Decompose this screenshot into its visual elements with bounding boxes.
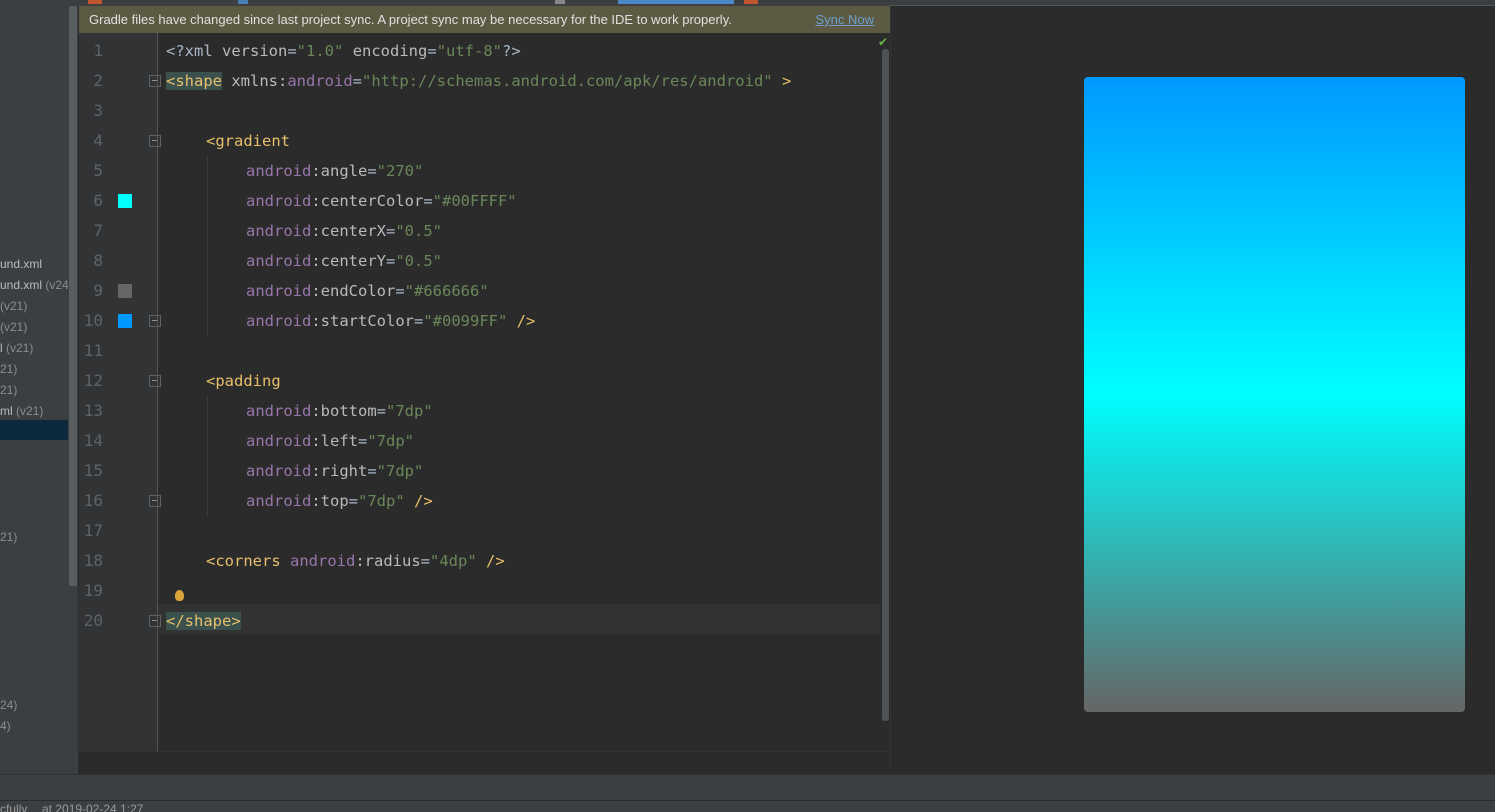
line-number: 17 [83,521,103,540]
code-editor[interactable]: 1 2 3 4 5 6 7 8 9 10 11 12 13 14 15 16 1… [79,33,890,774]
color-swatch-icon[interactable] [118,194,132,208]
gradient-preview [1084,77,1465,712]
editor-scrollbar[interactable] [880,49,890,721]
color-swatch-icon[interactable] [118,314,132,328]
fold-icon[interactable] [149,135,161,147]
status-bar: cfully at 2019-02-24 1:27 [0,800,1495,812]
code-line-1: <?xml version="1.0" encoding="utf-8"?> [166,42,521,60]
line-number: 10 [83,311,103,330]
project-tree: und.xml und.xml (v24) (v21) (v21) l (v21… [0,6,68,774]
line-number: 11 [83,341,103,360]
line-number: 12 [83,371,103,390]
tree-item[interactable]: 21) [0,381,17,399]
fold-icon[interactable] [149,315,161,327]
color-swatch-icon[interactable] [118,284,132,298]
fold-icon[interactable] [149,75,161,87]
tree-scrollbar[interactable] [68,6,78,774]
fold-icon[interactable] [149,375,161,387]
editor-horizontal-scrollbar[interactable] [79,751,890,775]
code-line-6: android:centerColor="#00FFFF" [246,192,517,210]
line-number: 5 [93,161,103,180]
fold-icon[interactable] [149,495,161,507]
line-number: 20 [83,611,103,630]
tab-marker[interactable] [88,0,102,4]
code-line-9: android:endColor="#666666" [246,282,489,300]
line-number: 6 [93,191,103,210]
code-line-18: <corners android:radius="4dp" /> [206,552,505,570]
code-line-8: android:centerY="0.5" [246,252,442,270]
tree-item[interactable]: 21) [0,360,17,378]
banner-message: Gradle files have changed since last pro… [89,12,732,27]
gutter-divider [157,33,158,774]
tree-item[interactable]: 24) [0,696,17,714]
tree-item[interactable]: ml (v21) [0,402,43,420]
code-line-13: android:bottom="7dp" [246,402,433,420]
tree-item[interactable]: l (v21) [0,339,33,357]
code-line-14: android:left="7dp" [246,432,415,450]
tab-marker[interactable] [744,0,758,4]
tree-item[interactable]: und.xml (v24) [0,276,68,294]
code-line-12: <padding [206,372,281,390]
tree-item[interactable]: (v21) [0,297,27,315]
tree-item[interactable]: 4) [0,717,11,735]
fold-icon[interactable] [149,615,161,627]
line-number: 19 [83,581,103,600]
line-number: 7 [93,221,103,240]
sync-now-link[interactable]: Sync Now [815,12,874,27]
line-number: 18 [83,551,103,570]
tree-scrollbar-thumb[interactable] [69,6,77,586]
tab-active-marker[interactable] [618,0,734,4]
code-line-5: android:angle="270" [246,162,424,180]
line-number: 9 [93,281,103,300]
line-number: 1 [93,41,103,60]
code-line-4: <gradient [206,132,290,150]
line-number: 8 [93,251,103,270]
code-line-7: android:centerX="0.5" [246,222,442,240]
tree-item[interactable]: und.xml [0,255,42,273]
code-content[interactable]: <?xml version="1.0" encoding="utf-8"?> <… [166,36,876,666]
line-number: 16 [83,491,103,510]
line-number: 3 [93,101,103,120]
line-number: 4 [93,131,103,150]
line-number: 14 [83,431,103,450]
code-line-20: </shape> [166,612,241,630]
line-number: 2 [93,71,103,90]
line-number: 13 [83,401,103,420]
editor-gutter: 1 2 3 4 5 6 7 8 9 10 11 12 13 14 15 16 1… [79,33,161,774]
tree-item[interactable]: (v21) [0,318,27,336]
code-line-15: android:right="7dp" [246,462,424,480]
line-number: 15 [83,461,103,480]
tab-marker[interactable] [555,0,565,4]
gradle-sync-banner: Gradle files have changed since last pro… [79,6,890,33]
code-line-2: <shape xmlns:android="http://schemas.and… [166,72,792,90]
tab-marker[interactable] [238,0,248,4]
tree-item[interactable]: 21) [0,528,17,546]
tree-selected-row[interactable] [0,420,68,440]
editor-scrollbar-thumb[interactable] [882,49,889,721]
code-line-10: android:startColor="#0099FF" /> [246,312,536,330]
tool-window-bar [0,774,1495,801]
code-line-16: android:top="7dp" /> [246,492,433,510]
check-icon: ✔ [878,35,889,49]
